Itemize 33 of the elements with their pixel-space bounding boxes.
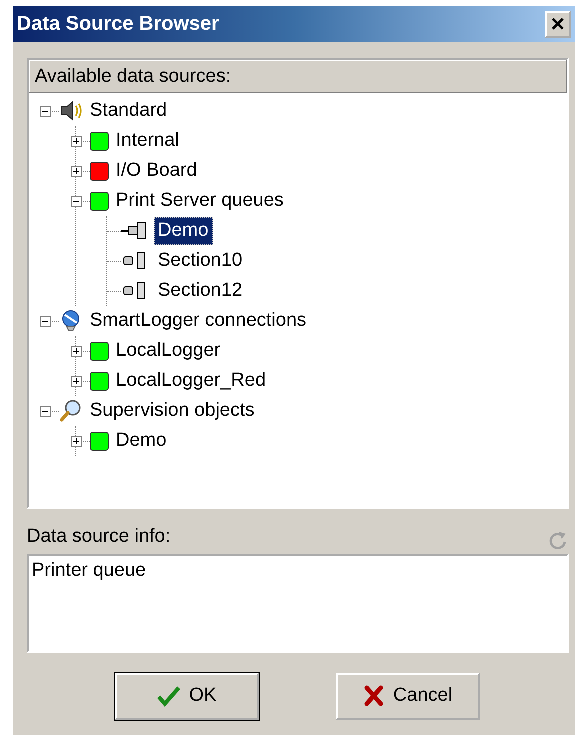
tree-item[interactable]: LocalLogger_Red [112,367,270,395]
tree-item[interactable]: Print Server queues [112,187,288,215]
tree-item[interactable]: LocalLogger [112,337,225,365]
panel-header: Available data sources: [29,60,567,93]
ok-button[interactable]: OK [115,672,259,720]
close-button[interactable] [545,10,571,38]
expand-icon[interactable] [70,166,82,176]
tree-item[interactable]: SmartLogger connections [86,307,311,335]
tree-item[interactable]: Demo [154,217,213,245]
expand-icon[interactable] [70,376,82,386]
collapse-icon[interactable] [70,196,82,206]
tree-item[interactable]: Demo [112,427,171,455]
tree-item[interactable]: I/O Board [112,157,202,185]
tree-item[interactable]: Standard [86,97,172,125]
tree-item[interactable]: Supervision objects [86,397,259,425]
collapse-icon[interactable] [40,406,50,416]
checkmark-icon [157,685,182,707]
search-icon [59,399,83,423]
tree-item[interactable]: Internal [112,127,184,155]
info-text-box[interactable]: Printer queue [27,554,569,652]
cancel-button[interactable]: Cancel [336,672,480,720]
expand-icon[interactable] [70,346,82,356]
expand-icon[interactable] [70,136,82,146]
close-icon [551,17,565,31]
collapse-icon[interactable] [40,316,50,326]
cross-icon [363,685,386,707]
window-title: Data Source Browser [17,12,220,37]
speaker-icon [59,99,83,123]
info-label: Data source info: [27,525,171,549]
tree-item[interactable]: Section10 [154,247,247,275]
expand-icon[interactable] [70,436,82,446]
collapse-icon[interactable] [40,106,50,116]
tree-item[interactable]: Section12 [154,277,247,305]
